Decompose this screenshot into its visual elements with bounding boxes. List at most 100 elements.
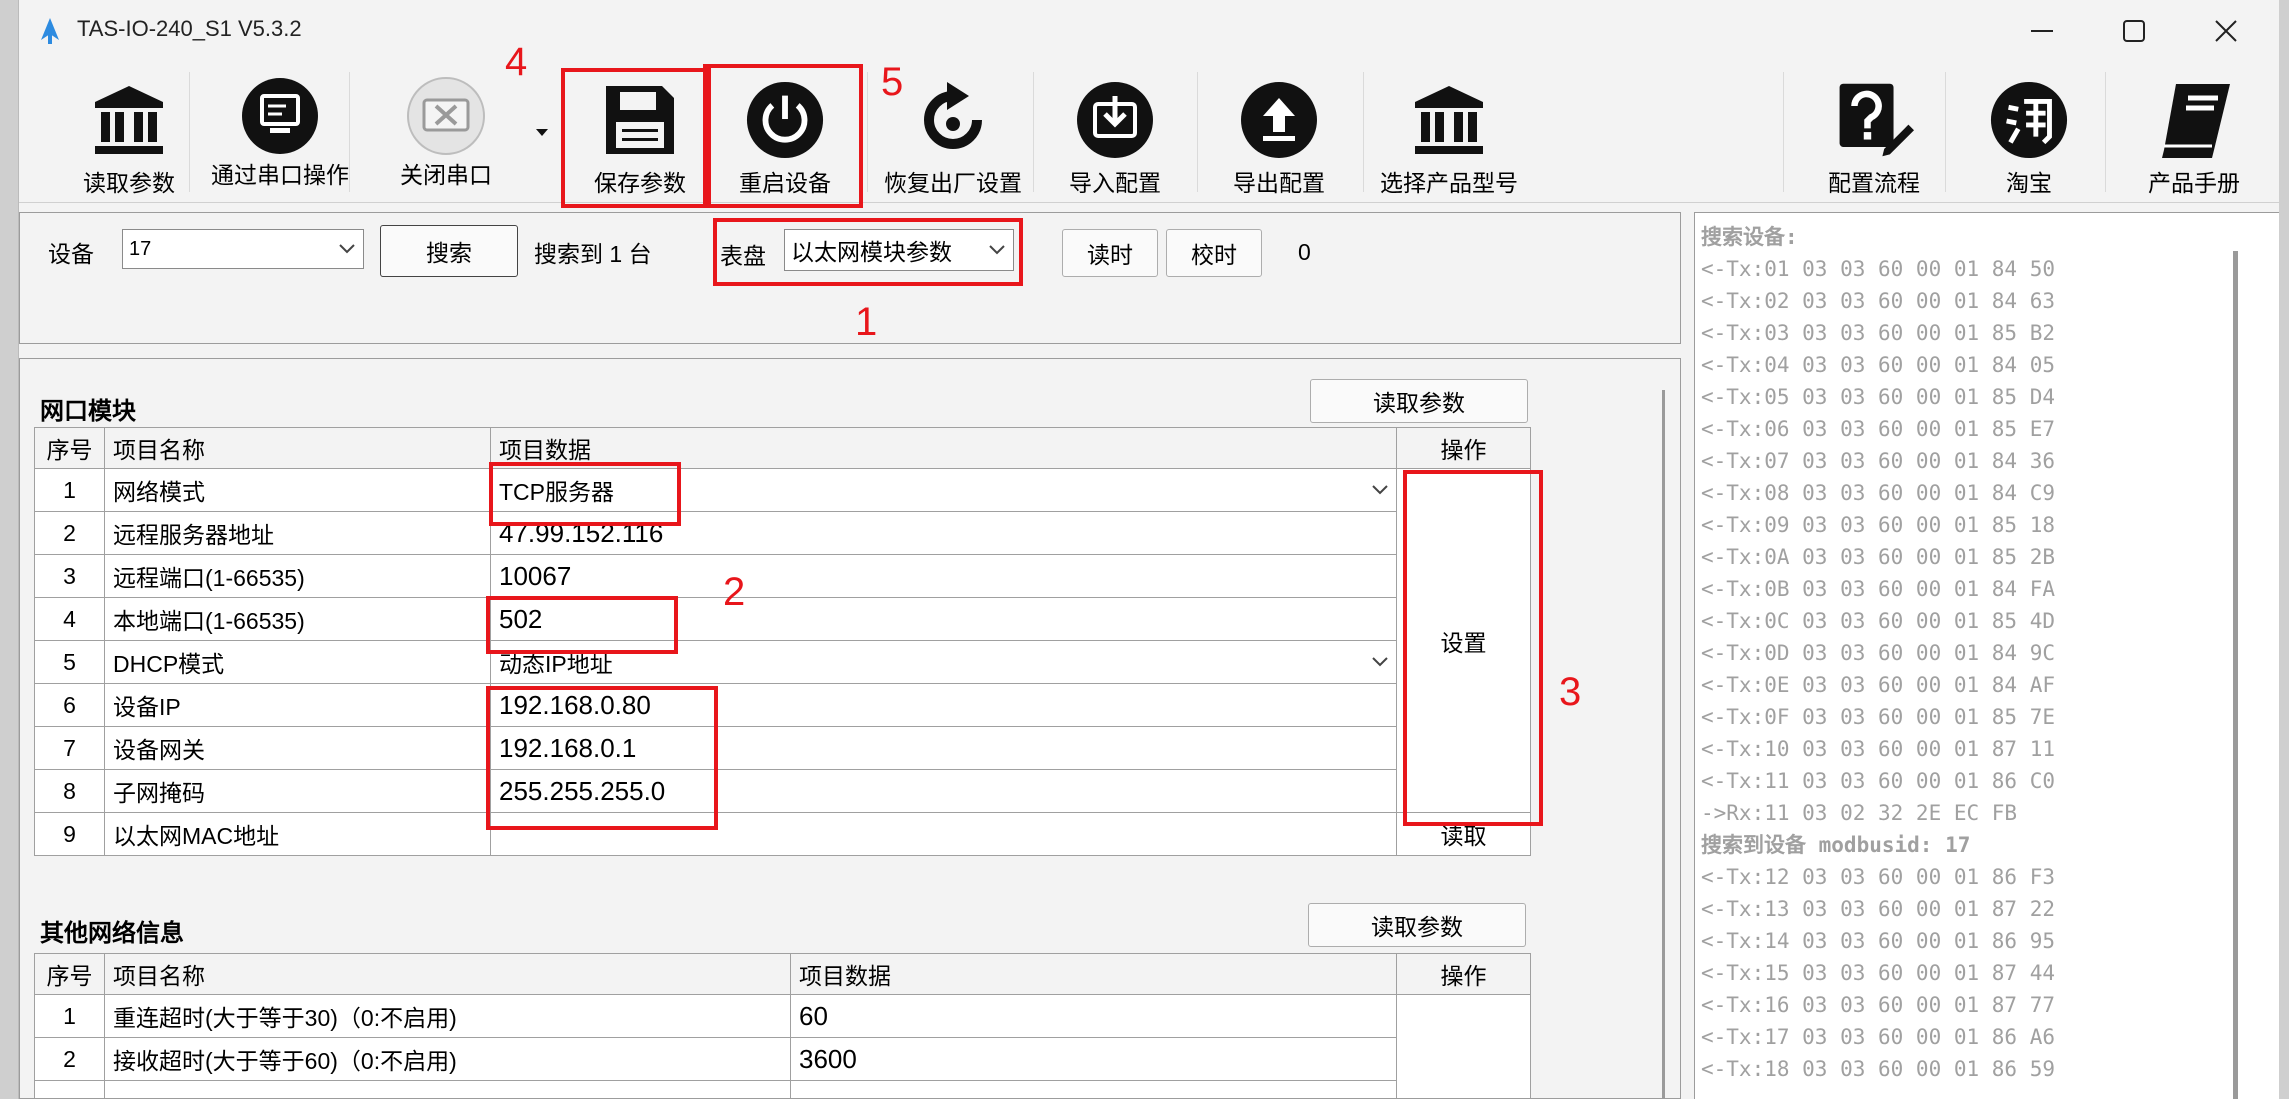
annotation-box-restart bbox=[703, 64, 863, 208]
dropdown-arrow-icon[interactable] bbox=[535, 128, 549, 138]
reconnect-timeout-input[interactable]: 60 bbox=[790, 994, 1397, 1038]
table-row bbox=[34, 1080, 1531, 1098]
log-line: <-Tx:03 03 03 60 00 01 85 B2 bbox=[1701, 321, 2056, 345]
table-row: 3 远程端口(1-66535) 10067 bbox=[34, 554, 1531, 598]
col-action-header: 操作 bbox=[1396, 953, 1531, 995]
row-index: 7 bbox=[34, 726, 105, 770]
row-name: 以太网MAC地址 bbox=[104, 812, 491, 856]
log-line: <-Tx:18 03 03 60 00 01 86 59 bbox=[1701, 1057, 2056, 1081]
config-flow-button[interactable]: 配置流程 bbox=[1799, 62, 1949, 200]
row-name: 设备网关 bbox=[104, 726, 491, 770]
log-line: <-Tx:04 03 03 60 00 01 84 05 bbox=[1701, 353, 2056, 377]
maximize-icon bbox=[2123, 20, 2145, 42]
table-row: 1 网络模式 TCP服务器 设置 bbox=[34, 468, 1531, 813]
import-icon bbox=[1077, 82, 1153, 158]
row-index: 4 bbox=[34, 597, 105, 641]
log-line: <-Tx:0A 03 03 60 00 01 85 2B bbox=[1701, 545, 2056, 569]
taobao-label: 淘宝 bbox=[2006, 170, 2052, 196]
log-line: <-Tx:0F 03 03 60 00 01 85 7E bbox=[1701, 705, 2056, 729]
export-config-button[interactable]: 导出配置 bbox=[1209, 62, 1349, 200]
terminal-icon bbox=[242, 78, 318, 154]
log-line: <-Tx:14 03 03 60 00 01 86 95 bbox=[1701, 929, 2056, 953]
log-line: <-Tx:01 03 03 60 00 01 84 50 bbox=[1701, 257, 2056, 281]
annotation-box-network-mode bbox=[489, 462, 681, 526]
config-flow-label: 配置流程 bbox=[1828, 170, 1920, 196]
main-scrollbar[interactable] bbox=[1662, 390, 1665, 1099]
row-index: 2 bbox=[34, 1037, 105, 1081]
help-icon bbox=[1839, 83, 1914, 157]
maximize-button[interactable] bbox=[2091, 8, 2177, 54]
select-model-button[interactable]: 选择产品型号 bbox=[1369, 62, 1529, 200]
product-manual-button[interactable]: 产品手册 bbox=[2119, 62, 2269, 200]
app-window: TAS-IO-240_S1 V5.3.2 读取参数 通过串口操作 关闭串口 保存… bbox=[18, 0, 2279, 1099]
annotation-box-ip-settings bbox=[486, 686, 718, 830]
table-row: 9 以太网MAC地址 读取 bbox=[34, 812, 1531, 856]
row-index: 8 bbox=[34, 769, 105, 813]
col-data-header: 项目数据 bbox=[790, 953, 1397, 995]
other-action-cell[interactable] bbox=[1396, 994, 1531, 1098]
row-name: 设备IP bbox=[104, 683, 491, 727]
remote-port-input[interactable]: 10067 bbox=[490, 554, 1397, 598]
table-row: 2 远程服务器地址 47.99.152.116 bbox=[34, 511, 1531, 555]
row-name: 远程服务器地址 bbox=[104, 511, 491, 555]
row-name: 子网掩码 bbox=[104, 769, 491, 813]
annotation-number-3: 3 bbox=[1559, 670, 1582, 714]
annotation-box-set bbox=[1403, 470, 1543, 826]
row-index: 5 bbox=[34, 640, 105, 684]
chevron-down-icon bbox=[339, 244, 355, 254]
log-line: <-Tx:0E 03 03 60 00 01 84 AF bbox=[1701, 673, 2056, 697]
import-config-button[interactable]: 导入配置 bbox=[1045, 62, 1185, 200]
other-network-table: 序号 项目名称 项目数据 操作 1 重连超时(大于等于30)（0:不启用) 60… bbox=[34, 953, 1531, 1098]
app-logo-icon bbox=[41, 18, 59, 44]
table-row: 7 设备网关 192.168.0.1 bbox=[34, 726, 1531, 770]
col-index-header: 序号 bbox=[34, 953, 105, 995]
select-model-label: 选择产品型号 bbox=[1380, 170, 1518, 196]
col-name-header: 项目名称 bbox=[104, 953, 791, 995]
row-name: 重连超时(大于等于30)（0:不启用) bbox=[104, 994, 791, 1038]
table-row: 1 重连超时(大于等于30)（0:不启用) 60 bbox=[34, 994, 1531, 1098]
log-line: <-Tx:13 03 03 60 00 01 87 22 bbox=[1701, 897, 2056, 921]
row-name: DHCP模式 bbox=[104, 640, 491, 684]
annotation-number-5: 5 bbox=[881, 60, 904, 104]
read-time-button[interactable]: 读时 bbox=[1062, 229, 1158, 277]
log-lines: 搜索设备: <-Tx:01 03 03 60 00 01 84 50 <-Tx:02… bbox=[1701, 221, 2055, 1085]
serial-operation-button[interactable]: 通过串口操作 bbox=[195, 62, 365, 200]
annotation-number-4: 4 bbox=[505, 40, 528, 84]
log-line: <-Tx:17 03 03 60 00 01 86 A6 bbox=[1701, 1025, 2056, 1049]
col-index-header: 序号 bbox=[34, 427, 105, 469]
row-name: 接收超时(大于等于60)（0:不启用) bbox=[104, 1037, 791, 1081]
log-line: <-Tx:06 03 03 60 00 01 85 E7 bbox=[1701, 417, 2056, 441]
bank-icon bbox=[95, 86, 163, 154]
read-params-button[interactable]: 读取参数 bbox=[49, 62, 209, 200]
minimize-button[interactable] bbox=[1999, 8, 2085, 54]
taobao-button[interactable]: 淘宝 bbox=[1959, 62, 2099, 200]
row-name: 远程端口(1-66535) bbox=[104, 554, 491, 598]
log-line: ->Rx:11 03 02 32 2E EC FB bbox=[1701, 801, 2018, 825]
annotation-box-dial bbox=[713, 218, 1023, 286]
close-port-button[interactable]: 关闭串口 bbox=[371, 62, 521, 200]
log-line: <-Tx:09 03 03 60 00 01 85 18 bbox=[1701, 513, 2056, 537]
row-index: 3 bbox=[34, 554, 105, 598]
log-line: <-Tx:16 03 03 60 00 01 87 77 bbox=[1701, 993, 2056, 1017]
network-read-params-button[interactable]: 读取参数 bbox=[1310, 379, 1528, 423]
dhcp-mode-value: 动态IP地址 bbox=[499, 651, 613, 677]
log-scrollbar[interactable] bbox=[2233, 251, 2238, 1099]
log-line: <-Tx:02 03 03 60 00 01 84 63 bbox=[1701, 289, 2056, 313]
minimize-icon bbox=[2031, 30, 2053, 32]
bank-icon bbox=[1415, 86, 1483, 154]
search-button[interactable]: 搜索 bbox=[380, 225, 518, 277]
log-panel[interactable]: 搜索设备: <-Tx:01 03 03 60 00 01 84 50 <-Tx:02… bbox=[1694, 212, 2279, 1099]
other-network-title: 其他网络信息 bbox=[40, 920, 184, 947]
table-row: 5 DHCP模式 动态IP地址 bbox=[34, 640, 1531, 684]
close-port-label: 关闭串口 bbox=[400, 162, 492, 188]
receive-timeout-input[interactable]: 3600 bbox=[790, 1037, 1397, 1081]
network-module-title: 网口模块 bbox=[40, 398, 136, 425]
annotation-number-2: 2 bbox=[723, 570, 746, 614]
device-select[interactable]: 17 bbox=[122, 229, 364, 269]
calibrate-time-button[interactable]: 校时 bbox=[1166, 229, 1262, 277]
close-button[interactable] bbox=[2183, 8, 2269, 54]
row-value bbox=[790, 1080, 1397, 1098]
other-read-params-button[interactable]: 读取参数 bbox=[1308, 903, 1526, 947]
export-config-label: 导出配置 bbox=[1233, 170, 1325, 196]
table-row: 6 设备IP 192.168.0.80 bbox=[34, 683, 1531, 727]
